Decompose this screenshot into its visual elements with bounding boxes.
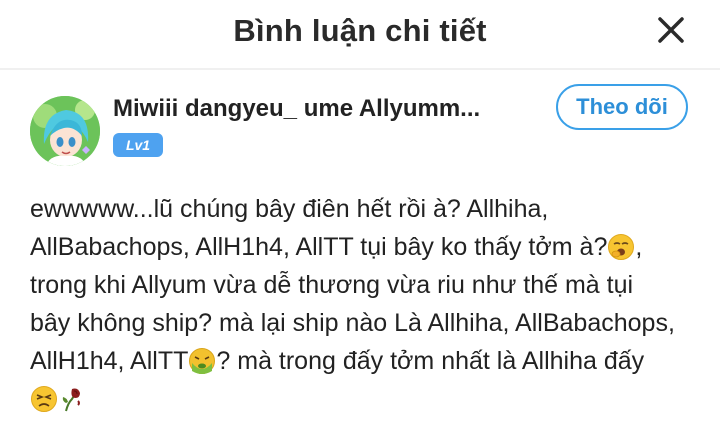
comment-line: AllH1h4, AllTT ? mà trong đấy tởm nhất l… bbox=[30, 342, 710, 380]
nauseated-face-emoji bbox=[189, 348, 216, 374]
comment-text: AllBabachops, AllH1h4, AllTT tụi bây ko … bbox=[30, 233, 608, 261]
avatar[interactable] bbox=[30, 96, 100, 166]
comment-text: ? mà trong đấy tởm nhất là Allhiha đấy bbox=[216, 347, 645, 375]
comment-text: AllH1h4, AllTT bbox=[30, 347, 189, 375]
comment-text: trong khi Allyum vừa dễ thương vừa riu n… bbox=[30, 271, 634, 299]
comment-text: bây không ship? mà lại ship nào Là Allhi… bbox=[30, 309, 675, 337]
header-divider bbox=[0, 68, 720, 70]
wilted-rose-emoji bbox=[62, 388, 80, 412]
comment-line: ewwwww...lũ chúng bây điên hết rồi à? Al… bbox=[30, 190, 710, 228]
page-title: Bình luận chi tiết bbox=[233, 13, 487, 48]
comment-text: , bbox=[635, 233, 643, 261]
follow-button[interactable]: Theo dõi bbox=[556, 84, 688, 130]
close-icon[interactable] bbox=[654, 13, 688, 47]
comment-line: trong khi Allyum vừa dễ thương vừa riu n… bbox=[30, 266, 710, 304]
level-badge: Lv1 bbox=[113, 133, 163, 157]
comment-author-row: Miwiii dangyeu_ ume Allyumm... Lv1 Theo … bbox=[0, 72, 720, 172]
comment-line: AllBabachops, AllH1h4, AllTT tụi bây ko … bbox=[30, 228, 710, 266]
yawning-face-emoji bbox=[608, 234, 635, 260]
persevering-face-emoji bbox=[31, 386, 57, 412]
comment-line: bây không ship? mà lại ship nào Là Allhi… bbox=[30, 304, 710, 342]
avatar-image bbox=[30, 96, 100, 166]
username[interactable]: Miwiii dangyeu_ ume Allyumm... bbox=[113, 95, 480, 123]
comment-body: ewwwww...lũ chúng bây điên hết rồi à? Al… bbox=[30, 190, 710, 418]
comment-line bbox=[30, 380, 710, 418]
comment-text: ewwwww...lũ chúng bây điên hết rồi à? Al… bbox=[30, 195, 549, 223]
header: Bình luận chi tiết bbox=[0, 0, 720, 62]
